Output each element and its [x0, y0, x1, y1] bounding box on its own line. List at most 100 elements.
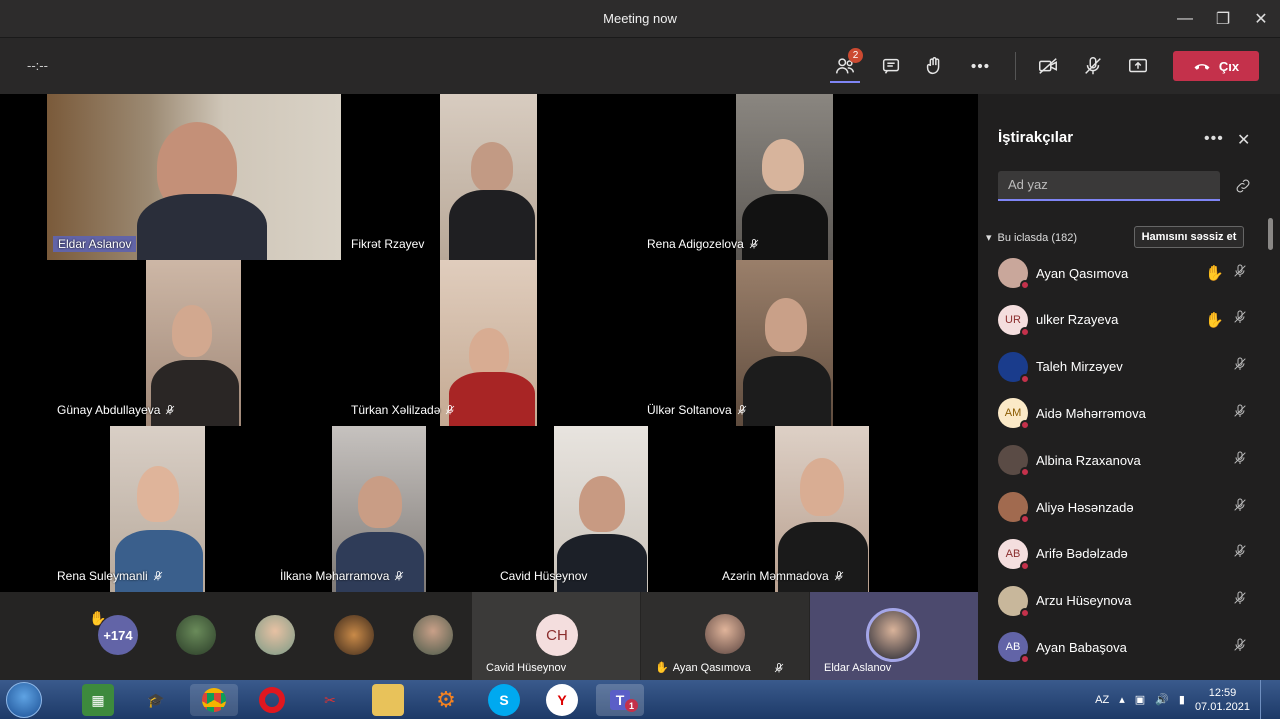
participant-avatar[interactable] [176, 615, 216, 655]
participant-face [358, 476, 402, 528]
in-meeting-section-toggle[interactable]: ▾ Bu iclasda (182) [986, 231, 1077, 245]
presence-dot [1020, 514, 1030, 524]
tile-name-label: Ülkər Soltanova [647, 403, 748, 417]
participant-avatar[interactable] [255, 615, 295, 655]
strip-tile[interactable]: Eldar Aslanov [810, 592, 978, 680]
participant-row[interactable]: AM Aidə Məhərrəmova [998, 393, 1248, 433]
participant-row[interactable]: UR ulker Rzayeva ✋ [998, 300, 1248, 340]
chrome-app-icon[interactable] [190, 684, 238, 716]
video-tile[interactable]: Günay Abdullayeva [47, 260, 241, 426]
participants-button[interactable]: 2 [831, 48, 863, 80]
participant-avatar[interactable] [334, 615, 374, 655]
settings-app-icon[interactable]: ⚙ [430, 684, 462, 716]
raise-hand-button[interactable] [920, 52, 948, 80]
teams-app-icon[interactable]: T 1 [596, 684, 644, 716]
participant-row[interactable]: Ayan Qasımova ✋ [998, 253, 1248, 293]
share-screen-button[interactable] [1124, 52, 1152, 80]
maximize-button[interactable]: ❐ [1204, 0, 1242, 38]
language-indicator[interactable]: AZ [1095, 694, 1109, 706]
volume-icon[interactable]: 🔊 [1155, 693, 1169, 706]
opera-app-icon[interactable] [256, 684, 288, 716]
window-title: Meeting now [603, 11, 677, 26]
participant-row[interactable]: Taleh Mirzəyev [998, 347, 1248, 387]
participant-avatar: AM [998, 398, 1030, 431]
panel-close-button[interactable]: ✕ [1237, 130, 1250, 150]
mic-off-icon[interactable] [1232, 590, 1248, 611]
participant-row[interactable]: AB Arifə Bədəlzadə [998, 534, 1248, 574]
leave-label: Çıx [1218, 58, 1240, 74]
strip-tile-label: Eldar Aslanov [824, 662, 892, 674]
participant-search-input[interactable]: Ad yaz [998, 171, 1220, 201]
mic-toggle-button[interactable] [1079, 52, 1107, 80]
presence-dot [1020, 420, 1030, 431]
participant-row[interactable]: Albina Rzaxanova [998, 440, 1248, 480]
meeting-toolbar: --:-- 2 Çıx [0, 38, 1280, 94]
toolbar-separator [1015, 52, 1016, 80]
participant-face [172, 305, 212, 357]
participant-avatar [998, 258, 1030, 290]
mic-off-icon[interactable] [1232, 450, 1248, 471]
chat-button[interactable] [877, 52, 905, 80]
mic-off-icon[interactable] [1232, 497, 1248, 518]
share-invite-button[interactable] [1234, 177, 1252, 195]
video-tile[interactable]: Rena Adigozelova [637, 94, 833, 260]
panel-more-button[interactable]: ••• [1204, 130, 1224, 148]
tray-arrow-icon[interactable]: ▴ [1119, 693, 1125, 706]
video-tile[interactable]: Rena Suleymanli [47, 426, 207, 592]
participant-name: Albina Rzaxanova [1036, 452, 1141, 468]
start-button[interactable] [6, 682, 42, 718]
network-icon[interactable]: ▮ [1179, 693, 1185, 706]
participant-name: Aliyə Həsənzadə [1036, 499, 1134, 515]
system-tray: AZ ▴ ▣ 🔊 ▮ 12:59 07.01.2021 [1095, 680, 1270, 719]
minimize-button[interactable]: — [1166, 0, 1204, 38]
video-tile[interactable]: Cavid Hüseynov [491, 426, 649, 592]
video-tile[interactable]: Fikrət Rzayev [341, 94, 537, 260]
tile-name-label: Rena Suleymanli [57, 569, 164, 583]
mic-off-icon[interactable] [1232, 356, 1248, 377]
show-desktop-button[interactable] [1260, 680, 1270, 719]
participant-avatar[interactable] [413, 615, 453, 655]
graduation-app-icon[interactable]: 🎓 [140, 684, 172, 716]
participant-face [800, 458, 844, 516]
video-tile[interactable]: İlkanə Məharramova [270, 426, 428, 592]
presence-dot [1020, 467, 1030, 478]
strip-tile[interactable]: CH Cavid Hüseynov [472, 592, 640, 680]
clock[interactable]: 12:59 07.01.2021 [1195, 686, 1250, 714]
more-actions-button[interactable] [966, 52, 994, 80]
mic-off-icon [833, 570, 845, 582]
mute-all-button[interactable]: Hamısını səssiz et [1134, 226, 1244, 248]
video-tile[interactable]: Ülkər Soltanova [637, 260, 833, 426]
snipping-tool-icon[interactable]: ✂ [314, 684, 346, 716]
participant-name: Arifə Bədəlzadə [1036, 546, 1128, 562]
mic-off-icon[interactable] [1232, 403, 1248, 424]
leave-button[interactable]: Çıx [1173, 51, 1259, 81]
video-tile[interactable]: Türkan Xəlilzadə [341, 260, 537, 426]
yandex-app-icon[interactable]: Y [546, 684, 578, 716]
hand-icon: ✋ [655, 662, 669, 674]
panel-scrollbar[interactable] [1268, 218, 1273, 250]
mic-off-icon[interactable] [1232, 263, 1248, 284]
power-icon[interactable]: ▣ [1135, 693, 1145, 706]
calculator-app-icon[interactable]: ▦ [82, 684, 114, 716]
tile-name-label: Günay Abdullayeva [57, 403, 176, 417]
close-window-button[interactable]: ✕ [1242, 0, 1280, 38]
more-participants-button[interactable]: +174 [98, 615, 138, 655]
strip-tile[interactable]: ✋ Ayan Qasımova [641, 592, 809, 680]
skype-app-icon[interactable]: S [488, 684, 520, 716]
video-tile[interactable]: Eldar Aslanov [47, 94, 341, 260]
participant-row[interactable]: AB Ayan Babaşova [998, 627, 1248, 667]
mic-off-icon[interactable] [1232, 637, 1248, 658]
participant-row[interactable]: Aliyə Həsənzadə [998, 487, 1248, 527]
mic-off-icon[interactable] [1232, 543, 1248, 564]
participant-avatar [998, 585, 1030, 618]
strip-tile-label: ✋ Ayan Qasımova [655, 661, 785, 674]
tile-name-label: Azərin Məmmadova [722, 569, 845, 583]
camera-toggle-button[interactable] [1034, 52, 1062, 80]
participant-face [469, 328, 509, 378]
window-controls: — ❐ ✕ [1166, 0, 1280, 38]
mic-off-icon[interactable] [1232, 309, 1248, 330]
file-explorer-icon[interactable] [372, 684, 404, 716]
participant-avatar [998, 445, 1030, 478]
video-tile[interactable]: Azərin Məmmadova [712, 426, 870, 592]
participant-row[interactable]: Arzu Hüseynova [998, 581, 1248, 621]
